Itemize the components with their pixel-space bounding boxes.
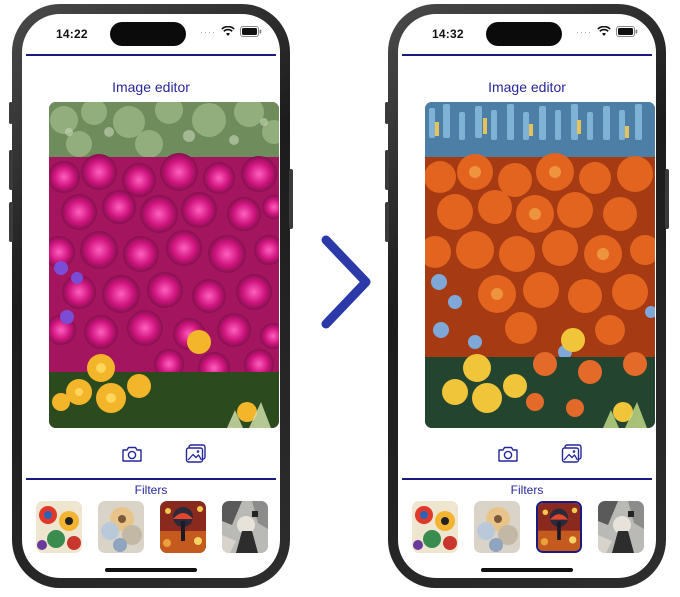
image-source-toolbar <box>22 442 280 468</box>
dynamic-island <box>486 22 562 46</box>
flower-photo-stylized <box>425 102 655 428</box>
battery-icon <box>616 26 638 37</box>
status-indicators: ···· <box>576 26 638 37</box>
page-title: Image editor <box>488 79 566 95</box>
filters-label: Filters <box>510 483 544 497</box>
wifi-icon <box>221 26 235 37</box>
filter-thumbnail-2[interactable] <box>474 501 520 553</box>
filter-thumbnail-1[interactable] <box>36 501 82 553</box>
header-divider <box>402 54 652 56</box>
filter-thumbnail-4[interactable] <box>222 501 268 553</box>
filter-list <box>22 501 280 557</box>
battery-icon <box>240 26 262 37</box>
photo-library-icon[interactable] <box>184 442 208 466</box>
volume-up-button <box>9 150 13 190</box>
home-indicator[interactable] <box>105 568 197 572</box>
volume-down-button <box>385 202 389 242</box>
screen: 14:22 ···· Image editor Filters <box>22 14 280 578</box>
volume-up-button <box>385 150 389 190</box>
signal-icon: ···· <box>200 26 216 37</box>
status-bar: 14:22 ···· <box>22 14 280 54</box>
screen: 14:32 ···· Image editor Filters <box>398 14 656 578</box>
page-title: Image editor <box>112 79 190 95</box>
status-indicators: ···· <box>200 26 262 37</box>
volume-down-button <box>9 202 13 242</box>
mute-switch <box>9 102 13 124</box>
home-indicator[interactable] <box>481 568 573 572</box>
photo-preview[interactable] <box>49 102 279 428</box>
filter-thumbnail-4[interactable] <box>598 501 644 553</box>
flower-photo-original <box>49 102 279 428</box>
filters-divider <box>26 478 276 480</box>
camera-icon[interactable] <box>496 442 520 466</box>
wifi-icon <box>597 26 611 37</box>
filter-list <box>398 501 656 557</box>
status-time: 14:22 <box>56 27 88 41</box>
photo-library-icon[interactable] <box>560 442 584 466</box>
mute-switch <box>385 102 389 124</box>
filter-thumbnail-3-selected[interactable] <box>536 501 582 553</box>
photo-preview[interactable] <box>425 102 655 428</box>
filters-label: Filters <box>134 483 168 497</box>
status-time: 14:32 <box>432 27 464 41</box>
status-bar: 14:32 ···· <box>398 14 656 54</box>
filter-thumbnail-2[interactable] <box>98 501 144 553</box>
image-source-toolbar <box>398 442 656 468</box>
power-button <box>289 169 293 229</box>
camera-icon[interactable] <box>120 442 144 466</box>
power-button <box>665 169 669 229</box>
chevron-right-icon <box>318 234 374 330</box>
dynamic-island <box>110 22 186 46</box>
signal-icon: ···· <box>576 26 592 37</box>
phone-before: 14:22 ···· Image editor Filters <box>9 4 293 588</box>
filter-thumbnail-1[interactable] <box>412 501 458 553</box>
phone-after: 14:32 ···· Image editor Filters <box>385 4 669 588</box>
filters-divider <box>402 478 652 480</box>
header-divider <box>26 54 276 56</box>
filter-thumbnail-3[interactable] <box>160 501 206 553</box>
